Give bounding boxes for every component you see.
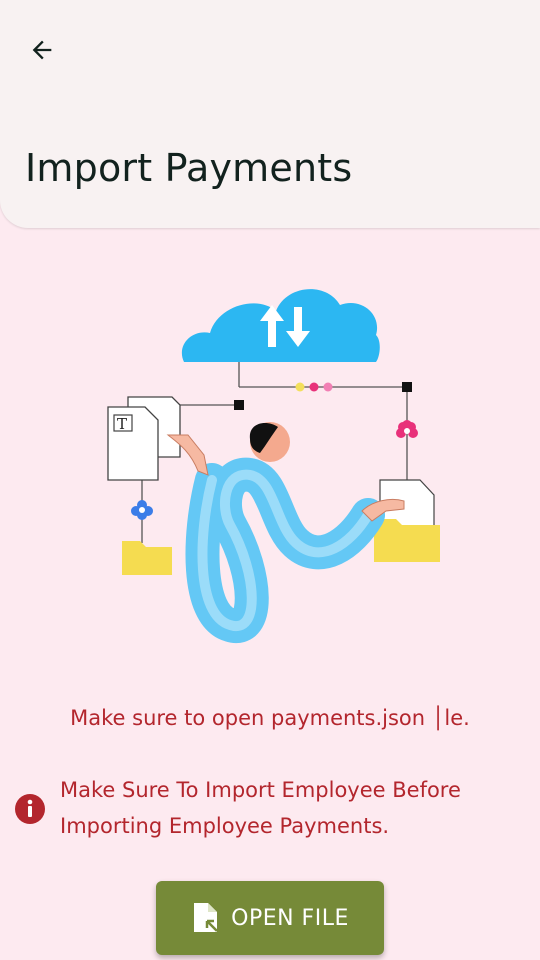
arrow-left-icon	[32, 40, 52, 60]
file-hint-text: Make sure to open payments.json │le.	[70, 706, 470, 730]
cloud-file-transfer-illustration: T	[107, 289, 440, 643]
doc-letter: T	[117, 415, 127, 433]
file-open-icon	[194, 903, 219, 932]
import-warning: Make Sure To Import Employee Before Impo…	[14, 772, 514, 844]
page-title: Import Payments	[25, 146, 353, 190]
top-app-bar: Import Payments	[0, 0, 540, 228]
open-file-button[interactable]: OPEN FILE	[156, 881, 384, 955]
back-button[interactable]	[20, 28, 64, 72]
warning-text: Make Sure To Import Employee Before Impo…	[60, 778, 461, 838]
info-icon	[15, 794, 45, 824]
open-file-label: OPEN FILE	[231, 905, 349, 931]
